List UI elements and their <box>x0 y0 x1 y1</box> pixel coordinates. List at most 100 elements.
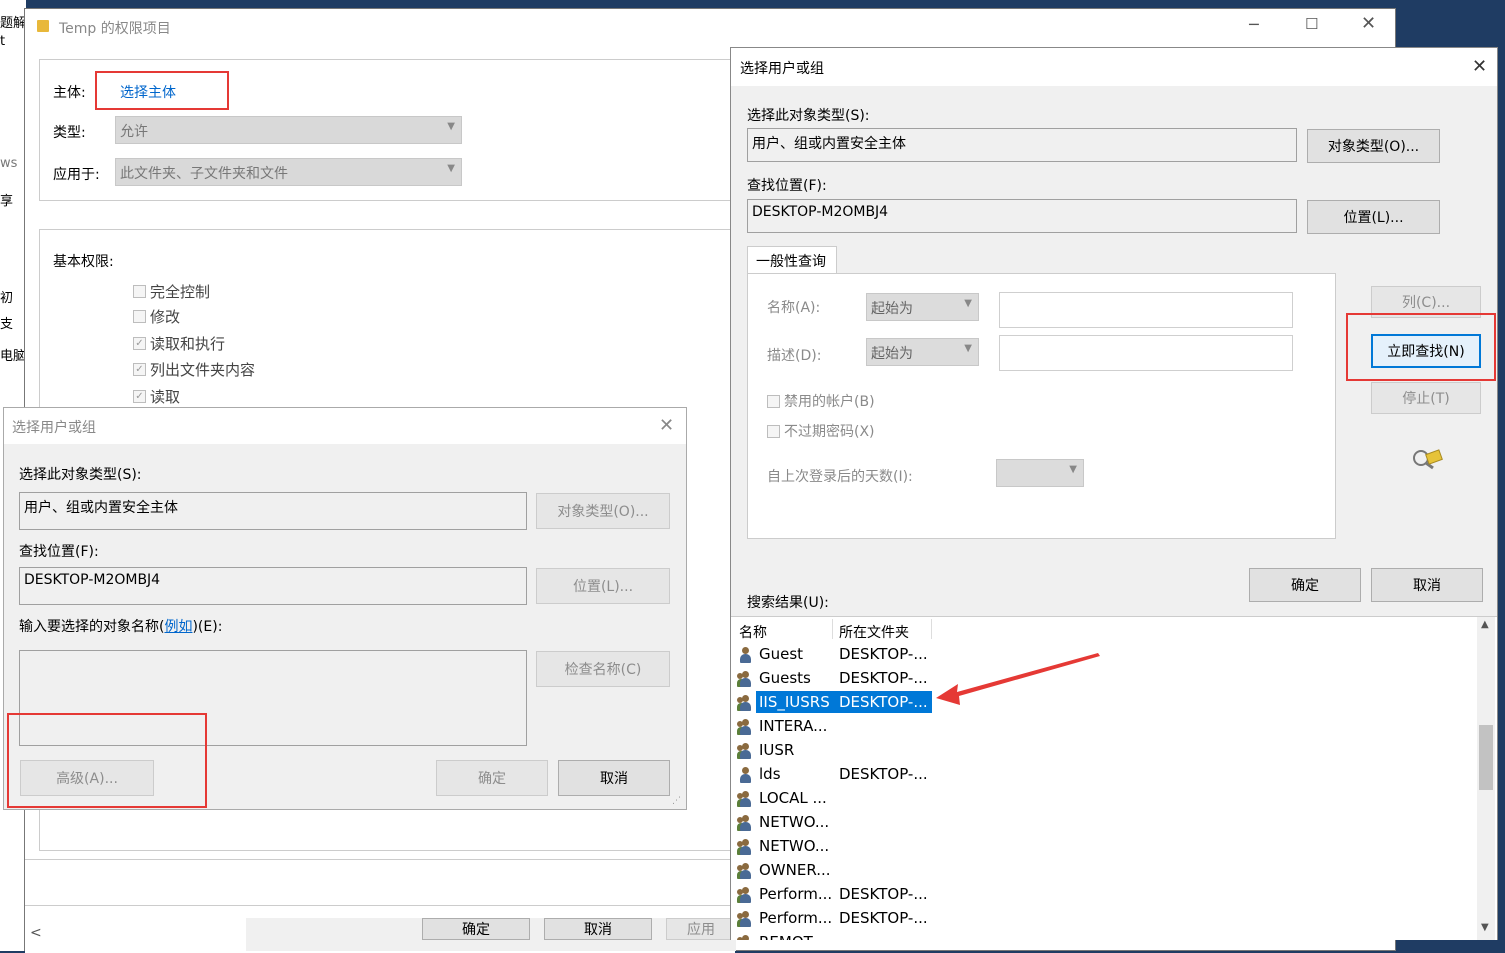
underlying-ok-button[interactable]: 确定 <box>422 918 530 940</box>
small-object-types-button[interactable]: 对象类型(O)... <box>536 493 670 529</box>
big-object-type-value: 用户、组或内置安全主体 <box>752 136 906 152</box>
checkmark-icon: ✓ <box>133 337 146 350</box>
annotation-arrow-icon <box>936 653 1100 705</box>
name-label: 名称(A): <box>767 300 821 316</box>
close-icon[interactable]: ✕ <box>1472 56 1487 77</box>
description-query-input[interactable] <box>999 335 1293 371</box>
left-edge-text-7: 电脑 <box>0 349 27 364</box>
resize-grip-icon[interactable]: ⋰ <box>672 796 681 806</box>
results-row[interactable]: INTERA... <box>731 715 1491 739</box>
results-row[interactable]: REMOT... <box>731 931 1491 940</box>
scroll-left-arrow-icon[interactable]: < <box>30 925 42 941</box>
scroll-down-icon[interactable]: ▼ <box>1481 922 1489 933</box>
results-row[interactable]: Perform... DESKTOP-... <box>731 907 1491 931</box>
small-location-label: 查找位置(F): <box>19 544 99 560</box>
small-dialog-titlebar <box>4 408 686 444</box>
applies-to-combo[interactable]: 此文件夹、子文件夹和文件 ▼ <box>115 158 462 186</box>
search-results-label: 搜索结果(U): <box>747 595 829 611</box>
big-object-types-label: 对象类型(O)... <box>1327 139 1420 155</box>
result-folder: DESKTOP-... <box>839 645 928 663</box>
stop-button[interactable]: 停止(T) <box>1371 382 1481 414</box>
perm-read[interactable]: ✓ 读取 <box>133 386 180 407</box>
column-divider[interactable] <box>931 619 932 639</box>
description-condition-combo[interactable]: 起始为 ▼ <box>866 338 979 366</box>
perm-label: 读取 <box>150 388 181 406</box>
results-row[interactable]: IIS_IUSRS DESKTOP-... <box>731 691 1491 715</box>
folder-icon <box>37 20 49 32</box>
small-locations-label: 位置(L)... <box>572 579 634 595</box>
tab-common-queries[interactable]: 一般性查询 <box>747 246 837 274</box>
close-icon[interactable]: ✕ <box>1361 13 1376 34</box>
big-location-value: DESKTOP-M2OMBJ4 <box>752 204 889 220</box>
perm-read-execute[interactable]: ✓ 读取和执行 <box>133 333 225 354</box>
perm-list-folder[interactable]: ✓ 列出文件夹内容 <box>133 359 255 380</box>
small-location-value: DESKTOP-M2OMBJ4 <box>24 572 161 588</box>
perm-label: 完全控制 <box>150 283 211 301</box>
result-name: lds <box>759 765 781 783</box>
chevron-down-icon: ▼ <box>447 121 455 132</box>
results-row[interactable]: Perform... DESKTOP-... <box>731 883 1491 907</box>
user-icon <box>737 766 755 784</box>
perm-full-control[interactable]: 完全控制 <box>133 281 210 302</box>
result-name: Perform... <box>759 885 833 903</box>
underlying-ok-label: 确定 <box>462 922 490 938</box>
check-names-button[interactable]: 检查名称(C) <box>536 651 670 687</box>
underlying-cancel-button[interactable]: 取消 <box>544 918 652 940</box>
results-row[interactable]: OWNER... <box>731 859 1491 883</box>
non-expiring-password-checkbox[interactable]: 不过期密码(X) <box>767 421 875 441</box>
stop-label: 停止(T) <box>1402 391 1450 407</box>
results-header: 名称 所在文件夹 <box>731 617 1471 641</box>
check-names-label: 检查名称(C) <box>564 662 642 678</box>
result-name: NETWO... <box>759 813 830 831</box>
name-condition-combo[interactable]: 起始为 ▼ <box>866 293 979 321</box>
underlying-apply-button[interactable]: 应用 <box>666 918 736 940</box>
results-row[interactable]: NETWO... <box>731 835 1491 859</box>
results-row[interactable]: Guest DESKTOP-... <box>731 643 1491 667</box>
search-results-list[interactable]: 名称 所在文件夹 Guest DESKTOP-... Guests DESKTOP-.… <box>731 616 1497 940</box>
underlying-apply-label: 应用 <box>687 922 715 938</box>
perm-modify[interactable]: 修改 <box>133 306 180 327</box>
big-location-label: 查找位置(F): <box>747 178 827 194</box>
results-row[interactable]: IUSR <box>731 739 1491 763</box>
scroll-up-icon[interactable]: ▲ <box>1481 619 1489 630</box>
group-icon <box>737 694 755 712</box>
minimize-icon[interactable]: ─ <box>1249 15 1259 34</box>
type-combo[interactable]: 允许 ▼ <box>115 116 462 144</box>
name-query-input[interactable] <box>999 292 1293 328</box>
small-ok-button[interactable]: 确定 <box>436 760 548 796</box>
small-locations-button[interactable]: 位置(L)... <box>536 568 670 604</box>
result-name: REMOT... <box>759 933 825 940</box>
days-since-logon-label: 自上次登录后的天数(I): <box>767 469 913 485</box>
name-combo-value: 起始为 <box>871 301 913 317</box>
checkbox-icon <box>767 424 780 438</box>
close-icon[interactable]: ✕ <box>659 415 674 436</box>
left-edge-text-2: t <box>0 34 6 49</box>
big-ok-button[interactable]: 确定 <box>1249 568 1361 602</box>
search-people-icon <box>1411 448 1443 474</box>
big-object-types-button[interactable]: 对象类型(O)... <box>1307 129 1440 163</box>
big-dialog-titlebar <box>731 48 1497 86</box>
small-dialog-title: 选择用户或组 <box>12 420 96 436</box>
disabled-accounts-checkbox[interactable]: 禁用的帐户(B) <box>767 391 875 411</box>
result-folder: DESKTOP-... <box>839 765 928 783</box>
scroll-thumb[interactable] <box>1479 725 1493 790</box>
small-cancel-button[interactable]: 取消 <box>558 760 670 796</box>
big-locations-button[interactable]: 位置(L)... <box>1307 200 1440 234</box>
examples-link[interactable]: 例如 <box>164 619 192 635</box>
results-row[interactable]: lds DESKTOP-... <box>731 763 1491 787</box>
results-scrollbar[interactable]: ▲ ▼ <box>1477 617 1495 940</box>
maximize-icon[interactable]: ☐ <box>1305 15 1318 33</box>
column-header-name[interactable]: 名称 <box>739 622 767 642</box>
small-object-type-value: 用户、组或内置安全主体 <box>24 500 178 516</box>
column-header-folder[interactable]: 所在文件夹 <box>839 622 909 642</box>
small-object-type-field: 用户、组或内置安全主体 <box>19 492 527 530</box>
column-divider[interactable] <box>832 619 833 639</box>
results-row[interactable]: Guests DESKTOP-... <box>731 667 1491 691</box>
big-object-type-label: 选择此对象类型(S): <box>747 108 870 124</box>
results-row[interactable]: NETWO... <box>731 811 1491 835</box>
big-cancel-button[interactable]: 取消 <box>1371 568 1483 602</box>
results-row[interactable]: LOCAL ... <box>731 787 1491 811</box>
days-since-logon-combo[interactable]: ▼ <box>996 459 1084 487</box>
result-name: LOCAL ... <box>759 789 827 807</box>
chevron-down-icon: ▼ <box>1069 464 1077 475</box>
